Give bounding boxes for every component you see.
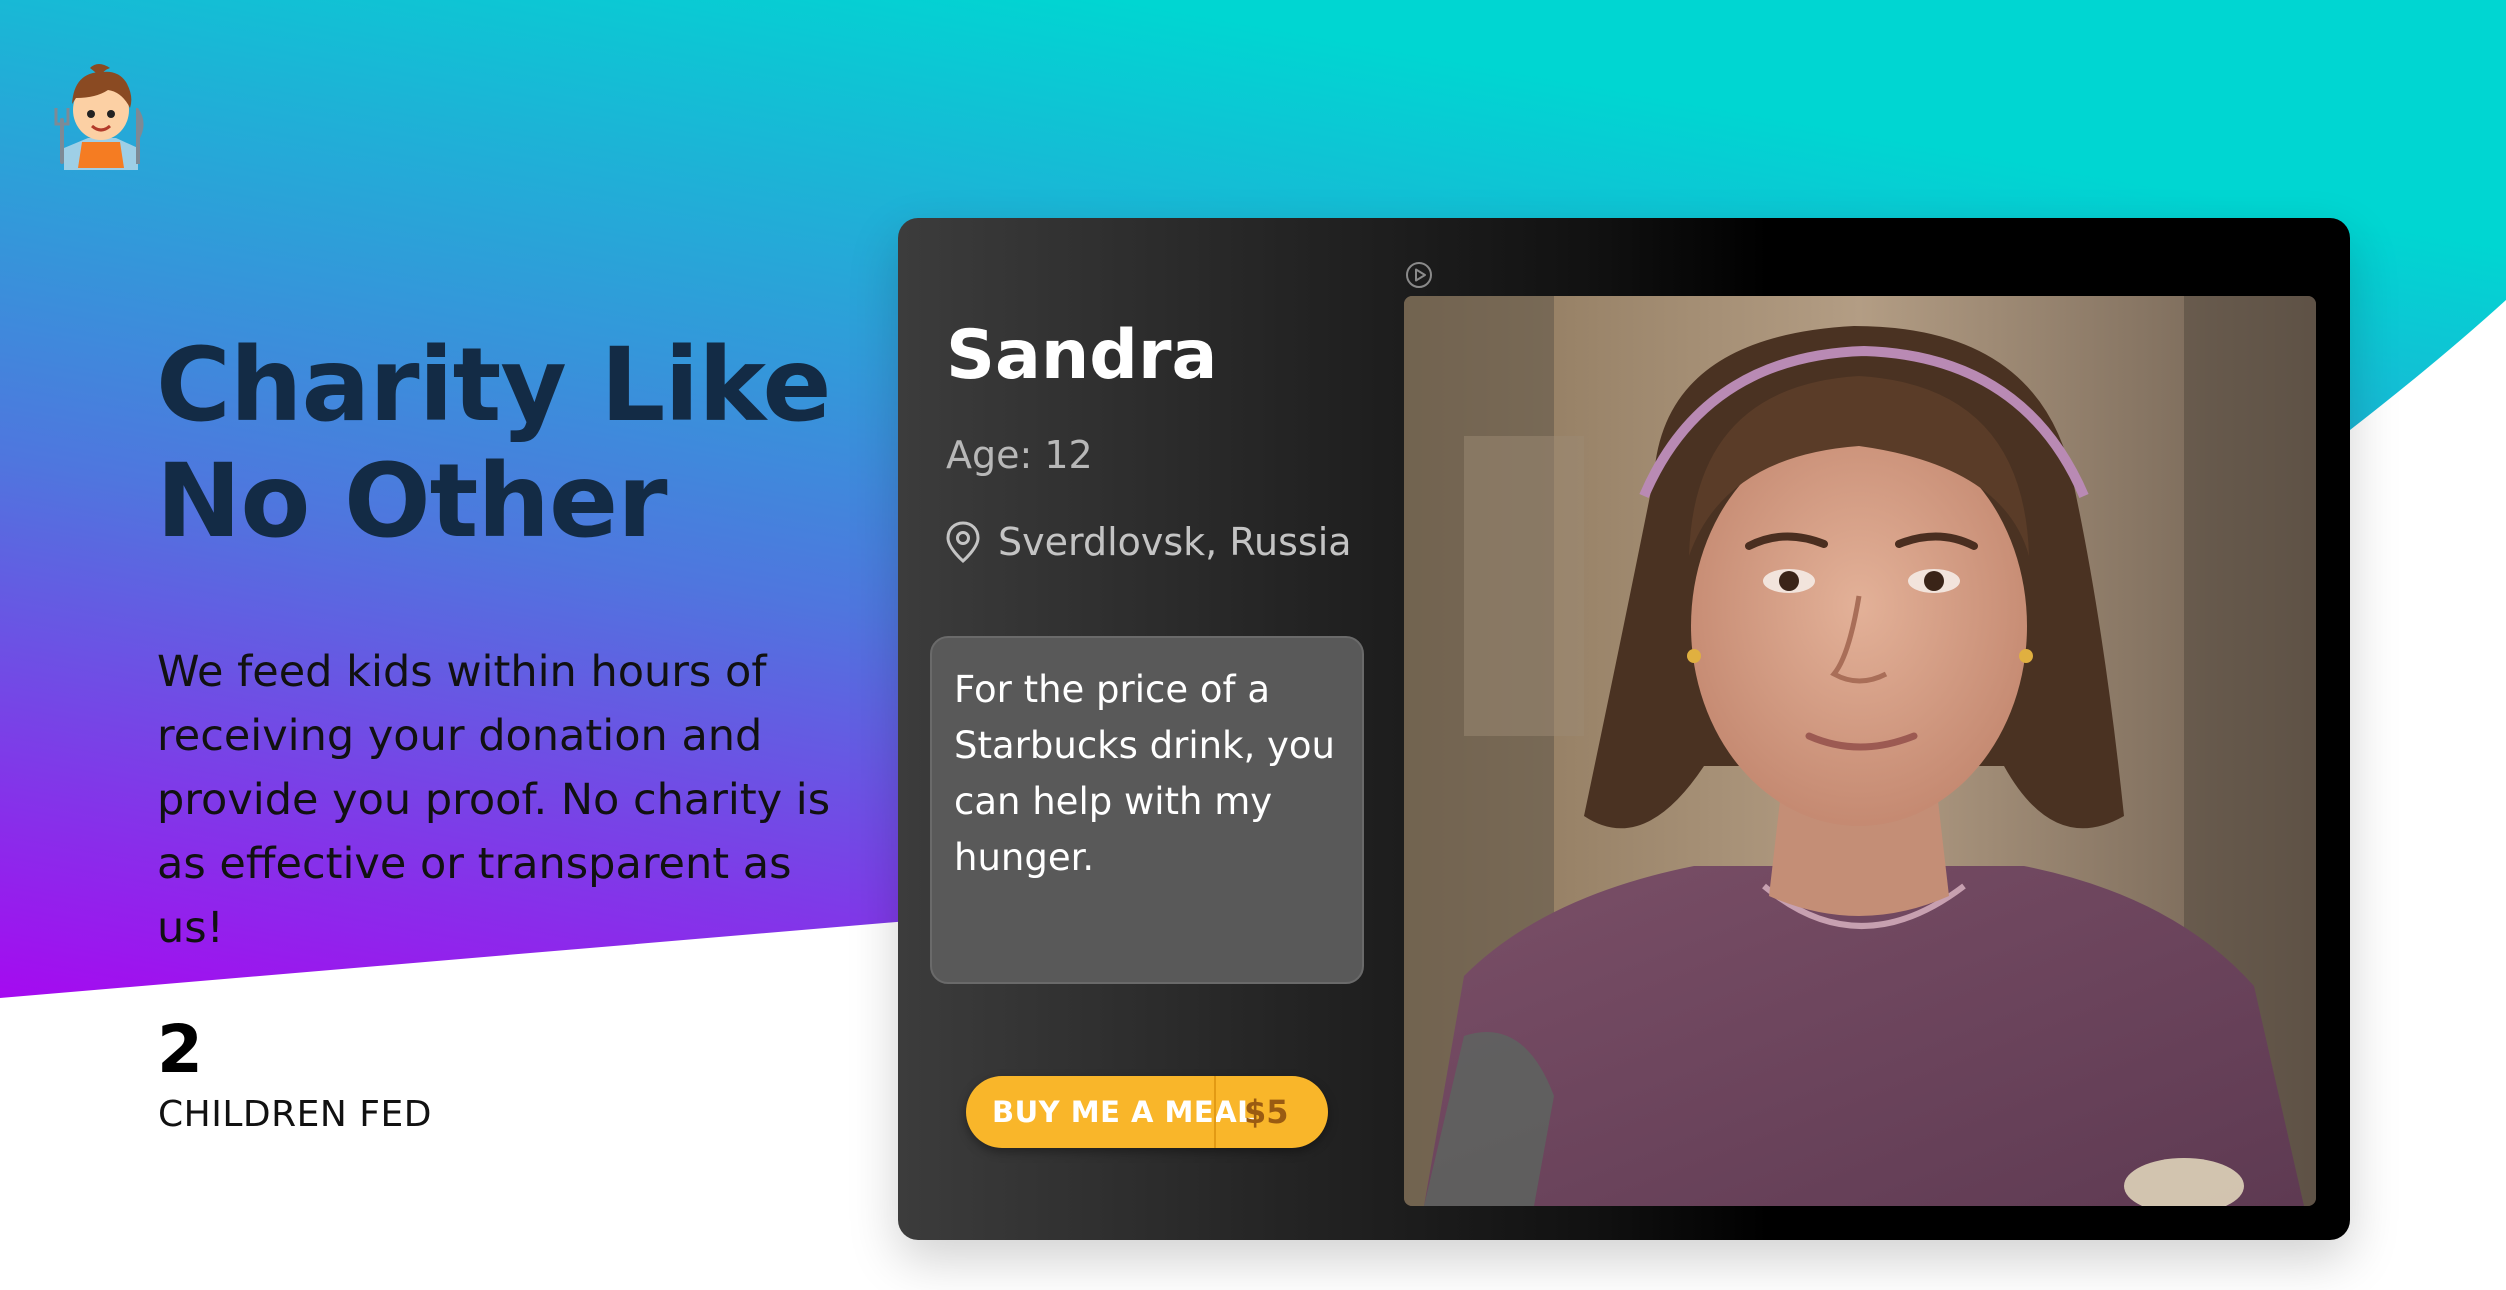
child-portrait-image bbox=[1404, 296, 2316, 1206]
child-name: Sandra bbox=[946, 316, 1218, 395]
child-location: Sverdlovsk, Russia bbox=[944, 516, 1352, 568]
hero-description: We feed kids within hours of receiving y… bbox=[157, 647, 831, 953]
children-fed-count: 2 bbox=[157, 1011, 203, 1088]
logo[interactable] bbox=[52, 58, 150, 172]
buy-me-a-meal-button[interactable]: BUY ME A MEAL $5 bbox=[966, 1076, 1328, 1148]
child-profile-card: Sandra Age: 12 Sverdlovsk, Russia For th… bbox=[898, 218, 2350, 1240]
play-circle-icon[interactable] bbox=[1404, 260, 1434, 290]
boy-with-fork-and-knife-logo bbox=[54, 64, 144, 170]
children-fed-label: CHILDREN FED bbox=[158, 1094, 432, 1135]
map-pin-icon bbox=[946, 521, 980, 563]
hero-title: Charity Like No Other bbox=[156, 326, 832, 561]
child-age: Age: 12 bbox=[946, 433, 1093, 477]
child-quote: For the price of a Starbucks drink, you … bbox=[954, 668, 1335, 879]
buy-button-price: $5 bbox=[1244, 1093, 1289, 1131]
buy-button-label: BUY ME A MEAL bbox=[992, 1095, 1257, 1129]
child-photo bbox=[1404, 296, 2316, 1206]
child-location-text: Sverdlovsk, Russia bbox=[998, 520, 1352, 564]
buy-button-divider bbox=[1214, 1076, 1216, 1148]
child-quote-box: For the price of a Starbucks drink, you … bbox=[930, 636, 1364, 984]
